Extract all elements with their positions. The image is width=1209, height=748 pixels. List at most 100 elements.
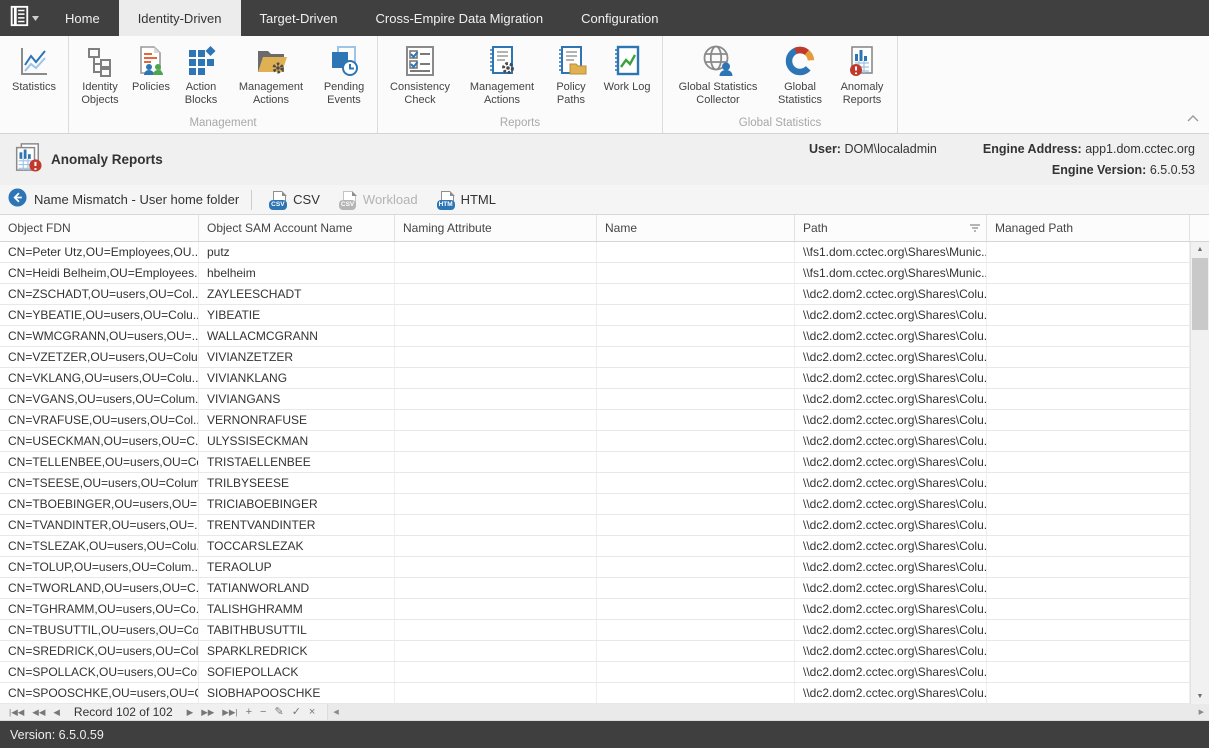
- table-row[interactable]: CN=TOLUP,OU=users,OU=Colum...TERAOLUP\\d…: [0, 557, 1190, 578]
- scroll-left-icon[interactable]: ◀: [328, 708, 343, 716]
- table-row[interactable]: CN=VKLANG,OU=users,OU=Colu...VIVIANKLANG…: [0, 368, 1190, 389]
- column-header-name[interactable]: Name: [597, 215, 795, 241]
- ribbon-button-work-log[interactable]: Work Log: [596, 42, 658, 96]
- table-row[interactable]: CN=YBEATIE,OU=users,OU=Colu...YIBEATIE\\…: [0, 305, 1190, 326]
- delete-record-button[interactable]: −: [256, 704, 270, 720]
- table-cell: [987, 368, 1190, 388]
- menu-tab-home[interactable]: Home: [46, 0, 119, 36]
- table-cell: \\dc2.dom2.cctec.org\Shares\Colu...: [795, 347, 987, 367]
- table-row[interactable]: CN=TSLEZAK,OU=users,OU=Colu...TOCCARSLEZ…: [0, 536, 1190, 557]
- back-button[interactable]: Name Mismatch - User home folder: [8, 188, 239, 212]
- last-record-button[interactable]: ▶▶|: [218, 704, 241, 720]
- table-cell: [395, 242, 597, 262]
- collapse-ribbon-icon[interactable]: [1187, 109, 1199, 127]
- column-header-managed-path[interactable]: Managed Path: [987, 215, 1190, 241]
- document-htm-icon: HTM: [440, 191, 455, 209]
- column-header-naming-attribute[interactable]: Naming Attribute: [395, 215, 597, 241]
- menu-tab-configuration[interactable]: Configuration: [562, 0, 677, 36]
- table-row[interactable]: CN=TWORLAND,OU=users,OU=C...TATIANWORLAN…: [0, 578, 1190, 599]
- table-cell: [395, 473, 597, 493]
- ribbon-button-policies[interactable]: Policies: [127, 42, 175, 96]
- table-row[interactable]: CN=SREDRICK,OU=users,OU=Col...SPARKLREDR…: [0, 641, 1190, 662]
- table-cell: [597, 347, 795, 367]
- table-cell: [987, 410, 1190, 430]
- table-row[interactable]: CN=WMCGRANN,OU=users,OU=...WALLACMCGRANN…: [0, 326, 1190, 347]
- ribbon-button-pending-events[interactable]: Pending Events: [315, 42, 373, 109]
- table-row[interactable]: CN=Heidi Belheim,OU=Employees...hbelheim…: [0, 263, 1190, 284]
- ribbon-button-label: Policy Paths: [549, 81, 593, 107]
- export-workload-button[interactable]: CSVWorkload: [334, 189, 426, 211]
- ribbon-button-consistency-check[interactable]: Consistency Check: [382, 42, 458, 109]
- column-header-object-fdn[interactable]: Object FDN: [0, 215, 199, 241]
- first-record-button[interactable]: |◀◀: [5, 704, 28, 720]
- scroll-right-icon[interactable]: ▶: [1194, 708, 1209, 716]
- horizontal-scrollbar[interactable]: ◀▶: [327, 704, 1209, 720]
- table-cell: [597, 536, 795, 556]
- ribbon-button-policy-paths[interactable]: Policy Paths: [546, 42, 596, 109]
- table-cell: CN=SREDRICK,OU=users,OU=Col...: [0, 641, 199, 661]
- export-html-button[interactable]: HTMHTML: [432, 189, 504, 211]
- ribbon-button-management-actions[interactable]: Management Actions: [227, 42, 315, 109]
- table-cell: [987, 536, 1190, 556]
- table-cell: \\dc2.dom2.cctec.org\Shares\Colu...: [795, 326, 987, 346]
- column-header-path[interactable]: Path: [795, 215, 987, 241]
- column-header-object-sam-account-name[interactable]: Object SAM Account Name: [199, 215, 395, 241]
- table-cell: \\dc2.dom2.cctec.org\Shares\Colu...: [795, 662, 987, 682]
- table-cell: [597, 620, 795, 640]
- table-row[interactable]: CN=VZETZER,OU=users,OU=Colu...VIVIANZETZ…: [0, 347, 1190, 368]
- prior-record-button[interactable]: ◀: [49, 704, 64, 720]
- table-row[interactable]: CN=SPOOSCHKE,OU=users,OU=C...SIOBHAPOOSC…: [0, 683, 1190, 704]
- menu-tab-identity-driven[interactable]: Identity-Driven: [119, 0, 241, 36]
- table-cell: [597, 305, 795, 325]
- table-cell: SPARKLREDRICK: [199, 641, 395, 661]
- table-cell: [597, 410, 795, 430]
- menu-tab-cross-empire-data-migration[interactable]: Cross-Empire Data Migration: [357, 0, 563, 36]
- ribbon-button-action-blocks[interactable]: Action Blocks: [175, 42, 227, 109]
- menu-tab-target-driven[interactable]: Target-Driven: [241, 0, 357, 36]
- table-row[interactable]: CN=VRAFUSE,OU=users,OU=Col...VERNONRAFUS…: [0, 410, 1190, 431]
- ribbon-button-management-actions[interactable]: Management Actions: [458, 42, 546, 109]
- table-cell: CN=TSEESE,OU=users,OU=Colum...: [0, 473, 199, 493]
- client-version-label: Version: 6.5.0.59: [10, 728, 104, 742]
- table-row[interactable]: CN=SPOLLACK,OU=users,OU=Col...SOFIEPOLLA…: [0, 662, 1190, 683]
- identity-objects-icon: [83, 44, 117, 78]
- table-row[interactable]: CN=Peter Utz,OU=Employees,OU...putz\\fs1…: [0, 242, 1190, 263]
- table-row[interactable]: CN=TELLENBEE,OU=users,OU=Co...TRISTAELLE…: [0, 452, 1190, 473]
- table-row[interactable]: CN=TGHRAMM,OU=users,OU=Co...TALISHGHRAMM…: [0, 599, 1190, 620]
- insert-record-button[interactable]: +: [242, 704, 256, 720]
- app-menu-button[interactable]: [0, 0, 46, 36]
- table-cell: SOFIEPOLLACK: [199, 662, 395, 682]
- record-navigator: |◀◀◀◀◀Record 102 of 102▶▶▶▶▶|+−✎✓×◀▶: [0, 704, 1209, 721]
- scroll-down-icon[interactable]: ▼: [1191, 689, 1209, 704]
- ribbon-button-identity-objects[interactable]: Identity Objects: [73, 42, 127, 109]
- export-csv-button[interactable]: CSVCSV: [264, 189, 328, 211]
- table-row[interactable]: CN=TSEESE,OU=users,OU=Colum...TRILBYSEES…: [0, 473, 1190, 494]
- table-row[interactable]: CN=USECKMAN,OU=users,OU=C...ULYSSISECKMA…: [0, 431, 1190, 452]
- table-row[interactable]: CN=ZSCHADT,OU=users,OU=Col...ZAYLEESCHAD…: [0, 284, 1190, 305]
- table-cell: [987, 242, 1190, 262]
- table-row[interactable]: CN=TBOEBINGER,OU=users,OU=...TRICIABOEBI…: [0, 494, 1190, 515]
- table-cell: [987, 578, 1190, 598]
- table-cell: [395, 683, 597, 703]
- ribbon-button-anomaly-reports[interactable]: Anomaly Reports: [831, 42, 893, 109]
- ribbon-button-global-statistics-collector[interactable]: Global Statistics Collector: [667, 42, 769, 109]
- next-page-button[interactable]: ▶▶: [197, 704, 218, 720]
- filter-icon[interactable]: [970, 215, 980, 241]
- table-cell: [395, 536, 597, 556]
- ribbon-button-global-statistics[interactable]: Global Statistics: [769, 42, 831, 109]
- table-row[interactable]: CN=TBUSUTTIL,OU=users,OU=Col...TABITHBUS…: [0, 620, 1190, 641]
- table-row[interactable]: CN=VGANS,OU=users,OU=Colum...VIVIANGANS\…: [0, 389, 1190, 410]
- ribbon-button-statistics[interactable]: Statistics: [4, 42, 64, 96]
- next-record-button[interactable]: ▶: [183, 704, 198, 720]
- scroll-up-icon[interactable]: ▲: [1191, 242, 1209, 257]
- cancel-edit-button[interactable]: ×: [305, 704, 319, 720]
- table-row[interactable]: CN=TVANDINTER,OU=users,OU=...TRENTVANDIN…: [0, 515, 1190, 536]
- ribbon-group-label: Management: [69, 115, 377, 133]
- edit-record-button[interactable]: ✎: [270, 704, 287, 720]
- prior-page-button[interactable]: ◀◀: [28, 704, 49, 720]
- ribbon-button-label: Anomaly Reports: [834, 81, 890, 107]
- post-edit-button[interactable]: ✓: [288, 704, 305, 720]
- vertical-scrollbar[interactable]: ▲ ▼: [1190, 242, 1209, 704]
- table-cell: TRISTAELLENBEE: [199, 452, 395, 472]
- scrollbar-thumb[interactable]: [1192, 258, 1208, 330]
